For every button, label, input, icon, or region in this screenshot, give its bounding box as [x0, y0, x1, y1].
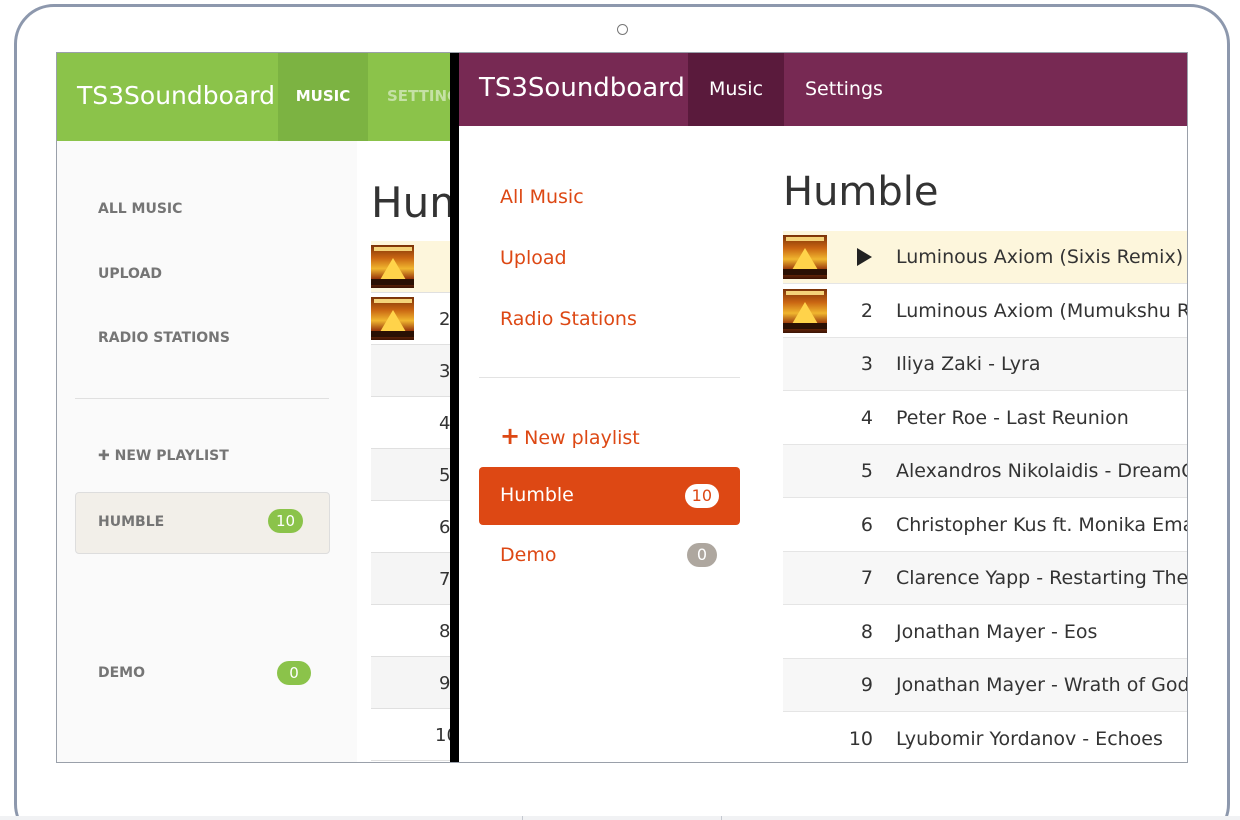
playlist-label: Humble — [500, 484, 574, 506]
track-number: 9 — [860, 674, 873, 696]
album-art — [371, 297, 414, 340]
album-art — [783, 235, 827, 279]
track-number: 3 — [860, 353, 873, 375]
track-number: 6 — [439, 517, 451, 538]
table-row[interactable]: 6 Christopher Kus ft. Monika Ema — [783, 499, 1188, 552]
new-playlist-button[interactable]: ✚ NEW PLAYLIST — [98, 448, 229, 464]
track-title: Lyubomir Yordanov - Echoes — [896, 728, 1163, 750]
playlist-count-badge: 0 — [277, 661, 311, 685]
table-row[interactable]: 8 Jonathan Mayer - Eos — [783, 606, 1187, 659]
track-number: 2 — [439, 309, 451, 330]
sidebar-item-upload[interactable]: Upload — [500, 247, 567, 269]
playlist-item-demo[interactable]: DEMO — [98, 665, 145, 681]
brand-title[interactable]: TS3Soundboard — [479, 73, 685, 103]
plus-icon: ✚ — [98, 448, 115, 464]
edge-tick — [522, 816, 523, 820]
track-title: Iliya Zaki - Lyra — [896, 353, 1041, 375]
track-number: 7 — [439, 569, 451, 590]
track-number: 10 — [848, 728, 873, 750]
album-art — [371, 245, 414, 288]
plus-icon: + — [500, 422, 521, 450]
track-title: Luminous Axiom (Mumukshu Re — [896, 300, 1188, 322]
track-number: 2 — [860, 300, 873, 322]
table-row[interactable]: 7 Clarence Yapp - Restarting The I — [783, 552, 1188, 605]
new-playlist-button[interactable]: + New playlist — [500, 422, 640, 450]
table-row[interactable]: 2 Luminous Axiom (Mumukshu Re — [783, 285, 1188, 338]
brand-title[interactable]: TS3Soundboard — [77, 81, 275, 110]
playlist-count-badge: 10 — [684, 484, 719, 508]
table-row[interactable]: 10 Lyubomir Yordanov - Echoes — [783, 713, 1187, 762]
playlist-item-humble[interactable]: Humble 10 — [479, 467, 740, 525]
table-row[interactable]: 5 Alexandros Nikolaidis - DreamCa — [783, 445, 1188, 498]
sidebar-item-all-music[interactable]: All Music — [500, 186, 584, 208]
track-title: Alexandros Nikolaidis - DreamCa — [896, 460, 1188, 482]
sidebar-item-upload[interactable]: UPLOAD — [98, 266, 162, 282]
new-playlist-label: NEW PLAYLIST — [114, 448, 229, 464]
track-number: 8 — [860, 621, 873, 643]
green-sidebar: ALL MUSIC UPLOAD RADIO STATIONS ✚ NEW PL… — [57, 141, 357, 762]
track-number: 9 — [439, 673, 451, 694]
camera-icon — [617, 24, 628, 35]
device-bottom-edge — [0, 816, 1240, 820]
tab-settings[interactable]: Settings — [805, 53, 883, 126]
track-number: 5 — [439, 465, 451, 486]
track-number: 7 — [860, 567, 873, 589]
table-row[interactable]: 3 Iliya Zaki - Lyra — [783, 338, 1187, 391]
playlist-item-humble[interactable]: HUMBLE 10 — [75, 492, 330, 554]
track-number: 5 — [860, 460, 873, 482]
track-number: 4 — [439, 413, 451, 434]
track-number: 4 — [860, 407, 873, 429]
sidebar-divider — [479, 377, 740, 378]
tab-music[interactable]: Music — [688, 53, 784, 126]
track-title: Peter Roe - Last Reunion — [896, 407, 1129, 429]
edge-tick — [721, 816, 722, 820]
playlist-count-badge: 0 — [687, 543, 717, 567]
table-row[interactable]: 4 Peter Roe - Last Reunion — [783, 392, 1187, 445]
track-number: 8 — [439, 621, 451, 642]
table-row[interactable]: 9 Jonathan Mayer - Wrath of Gods — [783, 659, 1188, 712]
track-title: Luminous Axiom (Sixis Remix) — [896, 246, 1184, 268]
track-number: 3 — [439, 361, 451, 382]
track-title: Jonathan Mayer - Eos — [896, 621, 1098, 643]
track-title: Jonathan Mayer - Wrath of Gods — [896, 674, 1188, 696]
play-icon[interactable] — [857, 248, 872, 266]
table-row[interactable]: Luminous Axiom (Sixis Remix) — [783, 231, 1187, 284]
playlist-item-demo[interactable]: Demo — [500, 544, 556, 566]
purple-theme-app: TS3Soundboard Music Settings All Music U… — [459, 53, 1188, 762]
tab-music[interactable]: MUSIC — [278, 53, 368, 141]
track-title: Clarence Yapp - Restarting The I — [896, 567, 1188, 589]
track-number: 6 — [860, 514, 873, 536]
comparison-divider — [450, 53, 459, 762]
album-art — [783, 289, 827, 333]
purple-header: TS3Soundboard Music Settings — [459, 53, 1187, 126]
track-title: Christopher Kus ft. Monika Ema — [896, 514, 1188, 536]
sidebar-item-all-music[interactable]: ALL MUSIC — [98, 201, 182, 217]
tablet-screen: TS3Soundboard MUSIC SETTINGS ALL MUSIC U… — [56, 52, 1188, 763]
playlist-label: HUMBLE — [98, 514, 165, 530]
sidebar-item-radio-stations[interactable]: Radio Stations — [500, 308, 637, 330]
sidebar-divider — [75, 398, 329, 399]
playlist-count-badge: 10 — [268, 509, 304, 533]
page-title: Humble — [783, 169, 939, 215]
sidebar-item-radio-stations[interactable]: RADIO STATIONS — [98, 330, 230, 346]
new-playlist-label: New playlist — [524, 427, 640, 449]
